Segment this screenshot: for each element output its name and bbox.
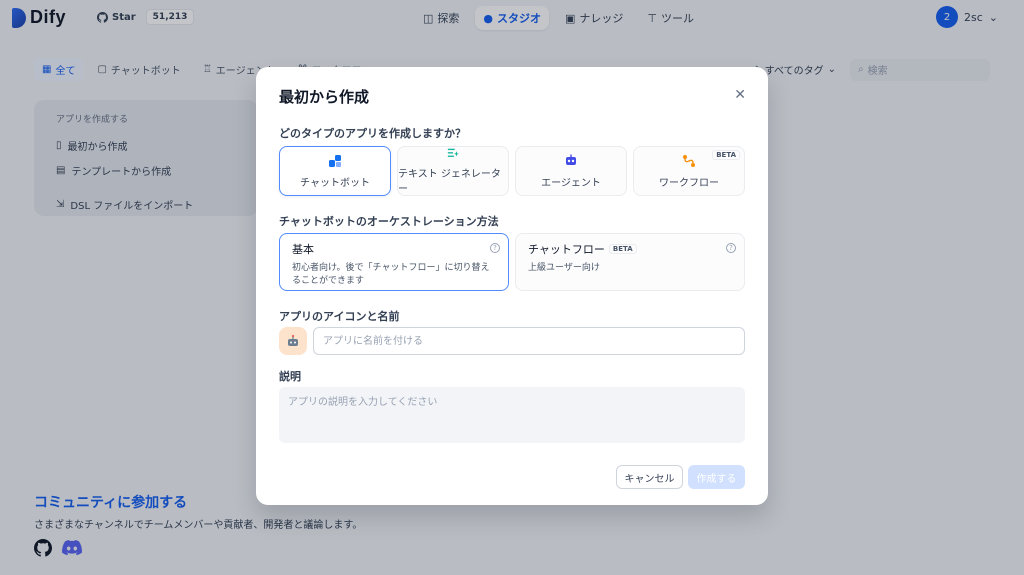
type-chatbot-label: チャットボット	[300, 177, 370, 189]
mode-basic-desc: 初心者向け。後で「チャットフロー」に切り替えることができます	[292, 263, 490, 286]
chatbot-icon	[329, 154, 341, 167]
app-name-input[interactable]	[313, 327, 745, 355]
orchestration-label: チャットボットのオーケストレーション方法	[279, 215, 499, 228]
type-workflow-option[interactable]: BETA ワークフロー	[633, 146, 745, 196]
mode-basic-option[interactable]: 基本 初心者向け。後で「チャットフロー」に切り替えることができます ?	[279, 233, 509, 291]
app-type-options: チャットボット テキスト ジェネレーター エージェント BETA ワークフロー	[279, 146, 745, 196]
type-workflow-label: ワークフロー	[659, 177, 719, 189]
close-icon[interactable]: ✕	[734, 87, 746, 103]
icon-name-label: アプリのアイコンと名前	[279, 310, 400, 323]
app-icon-picker[interactable]	[279, 327, 307, 355]
agent-icon	[566, 154, 576, 165]
workflow-beta-badge: BETA	[712, 150, 740, 160]
mode-chatflow-title: チャットフロー	[528, 243, 605, 256]
modal-title: 最初から作成	[279, 88, 370, 106]
name-row	[279, 327, 745, 355]
cancel-button[interactable]: キャンセル	[616, 465, 683, 489]
help-icon[interactable]: ?	[726, 243, 736, 253]
type-agent-label: エージェント	[541, 177, 601, 189]
mode-chatflow-desc: 上級ユーザー向け	[528, 263, 600, 273]
type-text-generator-label: テキスト ジェネレーター	[398, 169, 501, 195]
chatflow-beta-badge: BETA	[608, 244, 637, 254]
app-description-input[interactable]	[279, 387, 745, 443]
help-icon[interactable]: ?	[490, 243, 500, 253]
text-generator-icon	[447, 148, 459, 157]
robot-emoji-icon	[288, 335, 298, 346]
description-label: 説明	[279, 370, 301, 383]
app-type-label: どのタイプのアプリを作成しますか？	[279, 127, 466, 140]
orchestration-options: 基本 初心者向け。後で「チャットフロー」に切り替えることができます ? チャット…	[279, 233, 745, 291]
mode-basic-title: 基本	[292, 243, 314, 256]
create-app-modal: 最初から作成 ✕ どのタイプのアプリを作成しますか？ チャットボット テキスト …	[256, 67, 768, 505]
mode-chatflow-option[interactable]: チャットフロー BETA 上級ユーザー向け ?	[515, 233, 745, 291]
create-button[interactable]: 作成する	[688, 465, 745, 489]
type-chatbot-option[interactable]: チャットボット	[279, 146, 391, 196]
workflow-icon	[683, 154, 695, 167]
type-agent-option[interactable]: エージェント	[515, 146, 627, 196]
mode-chatflow-title-row: チャットフロー BETA	[528, 241, 732, 257]
type-text-generator-option[interactable]: テキスト ジェネレーター	[397, 146, 509, 196]
